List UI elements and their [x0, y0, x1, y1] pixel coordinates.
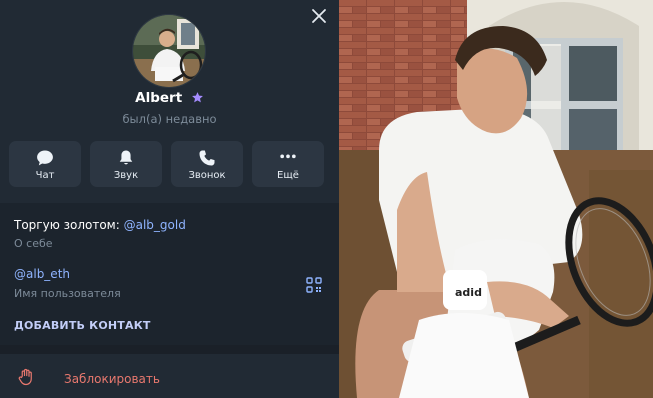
premium-star-icon	[191, 92, 203, 103]
last-seen-status: был(а) недавно	[122, 112, 217, 126]
profile-info-section: Торгую золотом: @alb_gold О себе @alb_et…	[0, 203, 339, 345]
profile-name: Albert	[135, 90, 183, 106]
profile-panel: Albert был(а) недавно Чат Звук Звонок Ещ…	[0, 0, 339, 398]
phone-icon	[199, 150, 215, 166]
hand-stop-icon	[18, 368, 32, 386]
bio-caption: О себе	[14, 237, 53, 250]
bio-prefix: Торгую золотом:	[14, 218, 124, 232]
block-user-label: Заблокировать	[64, 372, 160, 386]
add-contact-button[interactable]: ДОБАВИТЬ КОНТАКТ	[14, 319, 151, 332]
username-caption: Имя пользователя	[14, 287, 121, 300]
more-button-label: Ещё	[277, 170, 299, 181]
chat-button[interactable]: Чат	[9, 141, 81, 187]
username-link[interactable]: @alb_eth	[14, 267, 70, 281]
profile-name-row: Albert	[0, 90, 339, 106]
profile-photo: adid	[339, 0, 653, 398]
sound-button[interactable]: Звук	[90, 141, 162, 187]
profile-photo-view[interactable]: adid	[339, 0, 653, 398]
bio-text: Торгую золотом: @alb_gold	[14, 218, 186, 232]
action-buttons: Чат Звук Звонок Ещё	[9, 141, 325, 187]
block-user-button[interactable]: Заблокировать	[0, 354, 339, 398]
bio-link[interactable]: @alb_gold	[124, 218, 186, 232]
more-dots-icon	[280, 154, 296, 159]
chat-button-label: Чат	[35, 170, 55, 181]
section-divider	[0, 345, 339, 354]
qr-code-icon[interactable]	[306, 277, 322, 293]
more-button[interactable]: Ещё	[252, 141, 324, 187]
avatar[interactable]	[132, 14, 206, 88]
call-button-label: Звонок	[188, 170, 226, 181]
close-icon[interactable]	[308, 5, 330, 27]
sound-button-label: Звук	[113, 170, 139, 181]
call-button[interactable]: Звонок	[171, 141, 243, 187]
bell-icon	[119, 150, 133, 165]
svg-text:adid: adid	[455, 286, 482, 299]
chat-bubble-icon	[37, 150, 53, 166]
